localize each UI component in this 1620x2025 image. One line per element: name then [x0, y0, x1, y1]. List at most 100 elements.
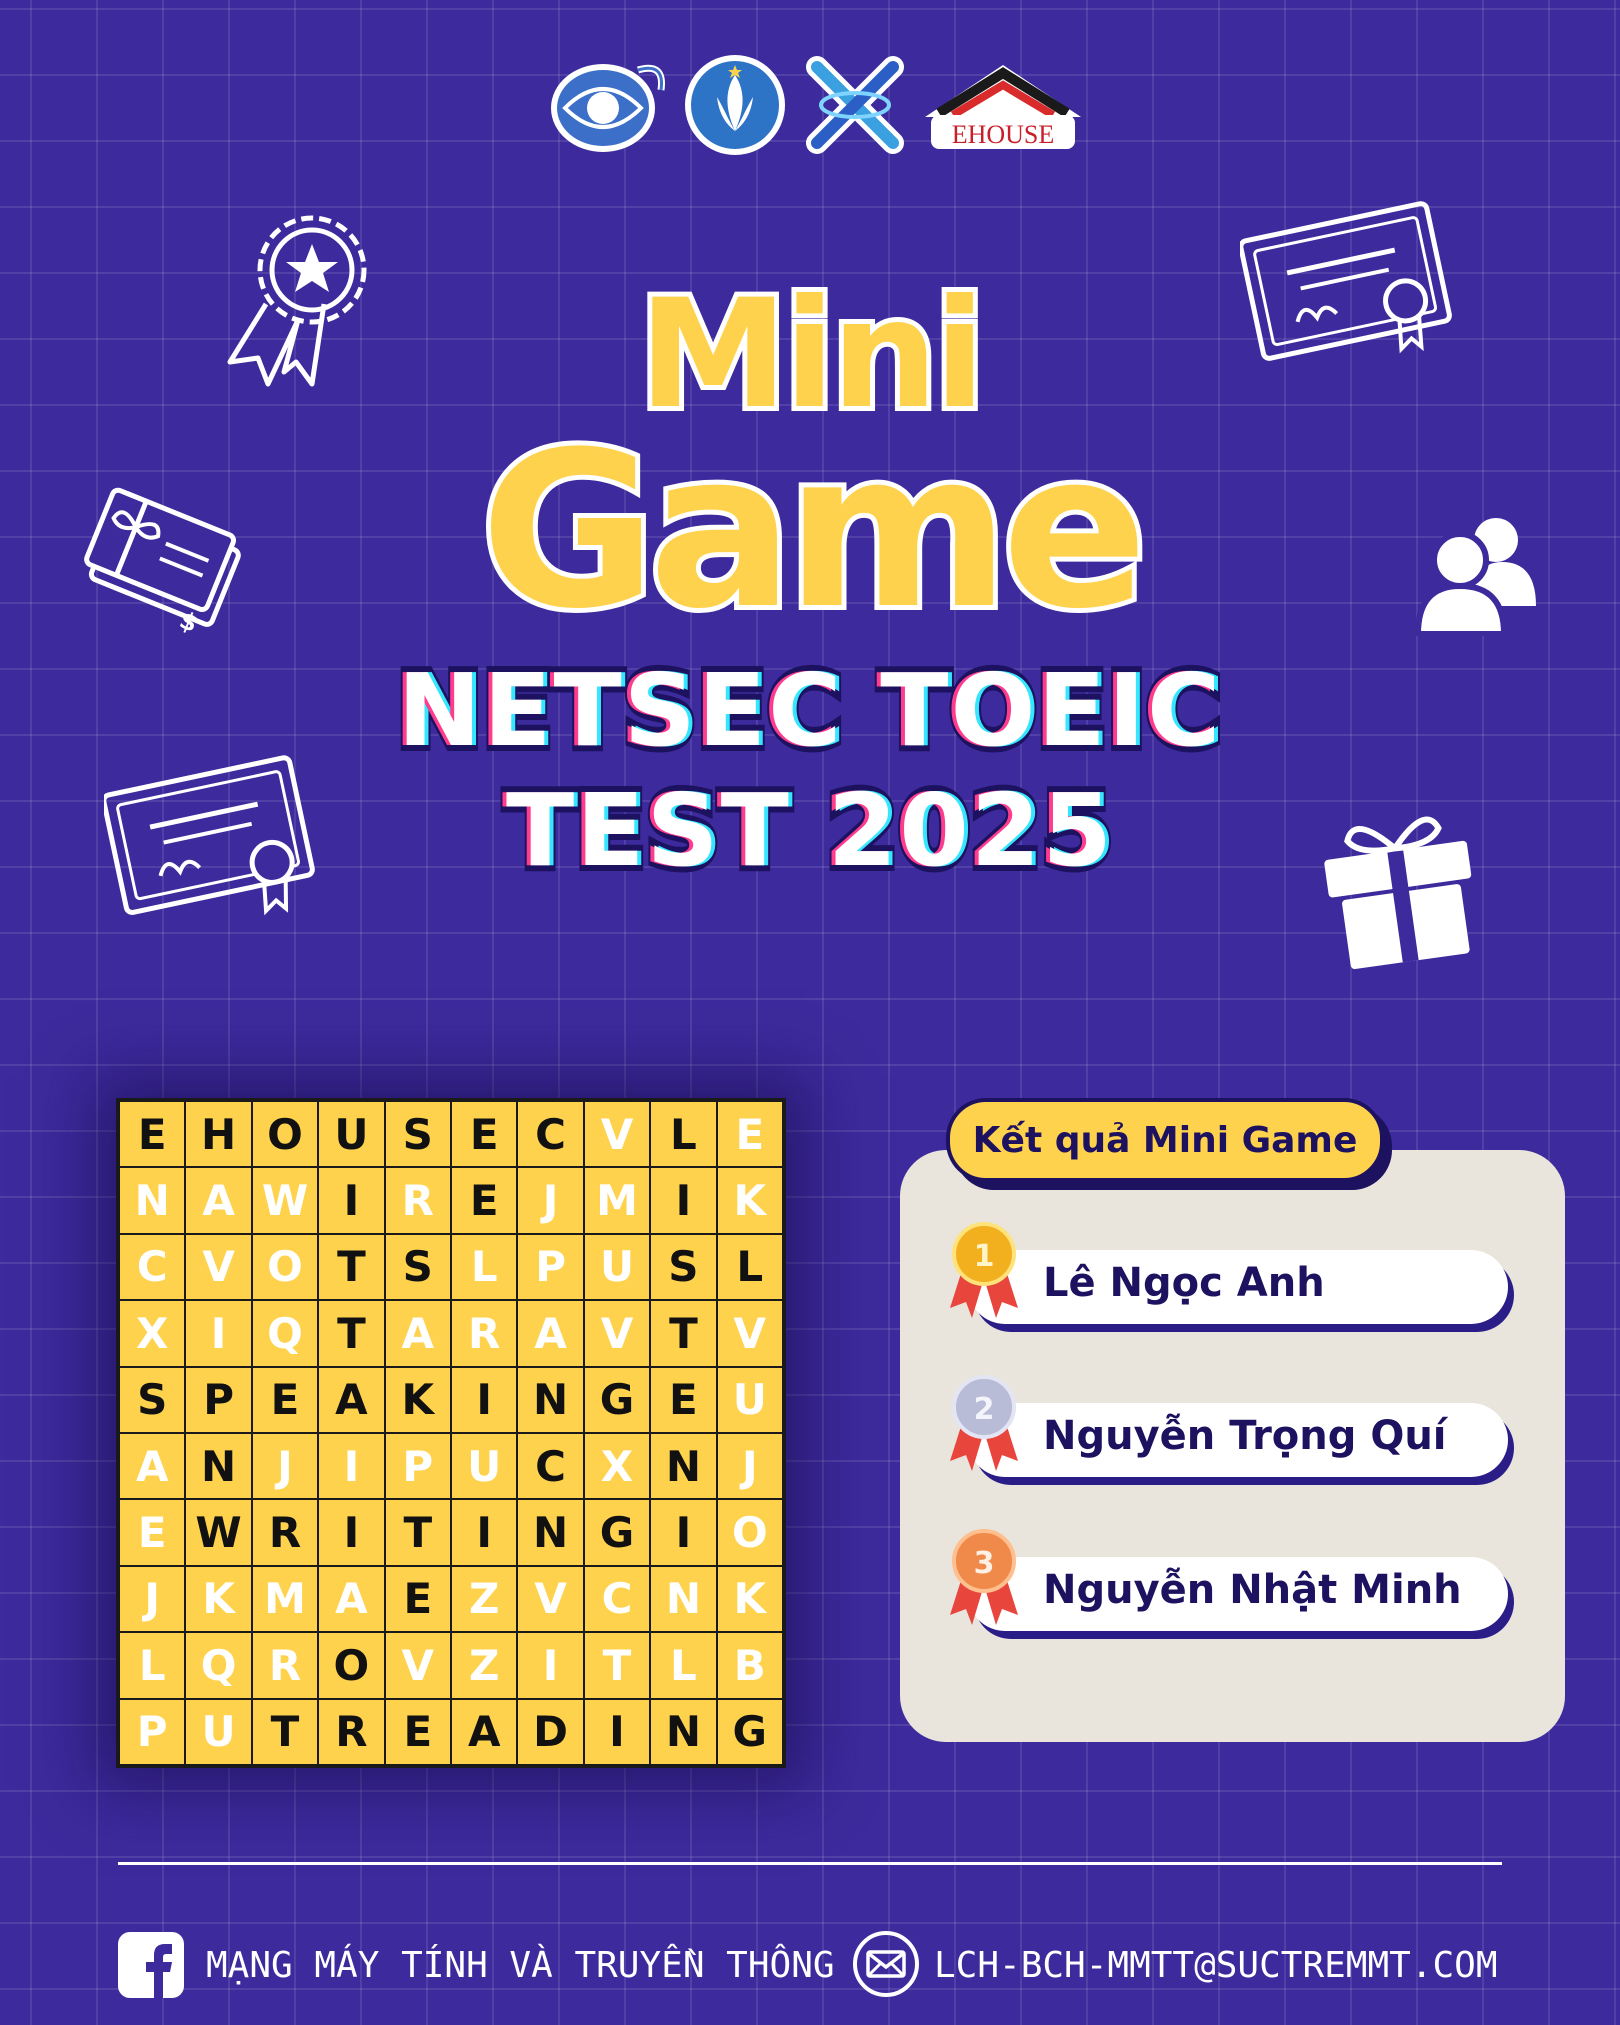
grid-cell: T	[318, 1233, 385, 1301]
grid-cell: Q	[185, 1632, 252, 1699]
grid-cell: E	[384, 1565, 451, 1633]
grid-cell: P	[185, 1366, 252, 1433]
winner-name-1: Lê Ngọc Anh	[1043, 1260, 1325, 1306]
grid-cell: T	[318, 1300, 385, 1367]
grid-cell: C	[583, 1565, 651, 1633]
email-link[interactable]: LCH-BCH-MMTT@SUCTREMMT.COM	[934, 1938, 1498, 1992]
grid-cell: B	[716, 1632, 783, 1699]
grid-cell: U	[185, 1698, 252, 1765]
email-icon[interactable]	[852, 1930, 920, 2002]
grid-cell: L	[716, 1233, 783, 1301]
grid-cell: D	[517, 1698, 584, 1765]
grid-cell: A	[119, 1433, 186, 1500]
grid-cell: I	[650, 1499, 717, 1566]
facebook-icon[interactable]	[118, 1932, 184, 2002]
grid-cell: U	[583, 1233, 651, 1301]
grid-cell: N	[517, 1499, 584, 1566]
grid-cell: E	[384, 1698, 451, 1765]
winner-name-2: Nguyễn Trọng Quí	[1043, 1413, 1447, 1459]
grid-cell: Z	[451, 1565, 518, 1633]
grid-cell: P	[119, 1698, 186, 1765]
grid-cell: N	[650, 1433, 717, 1500]
grid-cell: A	[384, 1300, 451, 1367]
grid-cell: N	[119, 1167, 186, 1234]
grid-cell: Z	[451, 1632, 518, 1699]
grid-cell: P	[517, 1233, 584, 1301]
grid-cell: J	[716, 1433, 783, 1500]
grid-cell: J	[517, 1167, 584, 1234]
grid-cell: E	[251, 1366, 319, 1433]
university-logo-icon	[540, 50, 675, 160]
grid-cell: N	[517, 1366, 584, 1433]
grid-cell: G	[583, 1499, 651, 1566]
word-search-grid: EHOUSECVLENAWIREJMIKCVOTSLPUSLXIQTARAVTV…	[116, 1098, 786, 1768]
grid-cell: I	[318, 1433, 385, 1500]
grid-cell: R	[251, 1499, 319, 1566]
grid-cell: G	[716, 1698, 783, 1765]
grid-cell: R	[251, 1632, 319, 1699]
grid-cell: N	[650, 1565, 717, 1633]
grid-cell: V	[583, 1300, 651, 1367]
grid-cell: L	[119, 1632, 186, 1699]
grid-cell: E	[451, 1167, 518, 1234]
grid-cell: I	[451, 1499, 518, 1566]
grid-cell: C	[119, 1233, 186, 1301]
grid-cell: C	[517, 1433, 584, 1500]
grid-cell: E	[451, 1101, 518, 1168]
grid-cell: J	[119, 1565, 186, 1633]
grid-cell: I	[318, 1499, 385, 1566]
grid-cell: A	[451, 1698, 518, 1765]
results-heading: Kết quả Mini Game	[946, 1098, 1384, 1182]
grid-cell: V	[583, 1101, 651, 1168]
grid-cell: U	[451, 1433, 518, 1500]
grid-cell: A	[318, 1366, 385, 1433]
grid-cell: A	[517, 1300, 584, 1367]
grid-cell: P	[384, 1433, 451, 1500]
grid-cell: I	[451, 1366, 518, 1433]
grid-cell: T	[583, 1632, 651, 1699]
grid-cell: I	[517, 1632, 584, 1699]
grid-cell: O	[251, 1233, 319, 1301]
medal-rank-2: 2	[974, 1392, 995, 1427]
grid-cell: L	[650, 1101, 717, 1168]
grid-cell: A	[185, 1167, 252, 1234]
grid-cell: J	[251, 1433, 319, 1500]
grid-cell: M	[251, 1565, 319, 1633]
medal-rank-3: 3	[974, 1546, 995, 1581]
grid-cell: O	[716, 1499, 783, 1566]
grid-cell: M	[583, 1167, 651, 1234]
grid-cell: I	[583, 1698, 651, 1765]
grid-cell: E	[119, 1101, 186, 1168]
grid-cell: S	[650, 1233, 717, 1301]
title-test-2025: TEST 2025	[500, 766, 1118, 895]
grid-cell: S	[384, 1233, 451, 1301]
grid-cell: K	[716, 1167, 783, 1234]
grid-cell: W	[251, 1167, 319, 1234]
facebook-page-link[interactable]: MẠNG MÁY TÍNH VÀ TRUYỀN THÔNG	[206, 1938, 835, 1992]
grid-cell: V	[716, 1300, 783, 1367]
grid-cell: N	[185, 1433, 252, 1500]
grid-cell: C	[517, 1101, 584, 1168]
bronze-medal-icon: 3	[944, 1527, 1024, 1627]
gold-medal-icon: 1	[944, 1220, 1024, 1320]
grid-cell: S	[119, 1366, 186, 1433]
silver-medal-icon: 2	[944, 1373, 1024, 1473]
grid-cell: L	[451, 1233, 518, 1301]
grid-cell: R	[451, 1300, 518, 1367]
grid-cell: U	[318, 1101, 385, 1168]
grid-cell: I	[650, 1167, 717, 1234]
grid-cell: E	[716, 1101, 783, 1168]
grid-cell: U	[716, 1366, 783, 1433]
grid-cell: T	[650, 1300, 717, 1367]
grid-cell: O	[251, 1101, 319, 1168]
grid-cell: K	[185, 1565, 252, 1633]
title-netsec-toeic: NETSEC TOEIC	[392, 646, 1227, 775]
grid-cell: V	[517, 1565, 584, 1633]
grid-cell: X	[119, 1300, 186, 1367]
grid-cell: E	[650, 1366, 717, 1433]
grid-cell: X	[583, 1433, 651, 1500]
grid-cell: W	[185, 1499, 252, 1566]
grid-cell: R	[384, 1167, 451, 1234]
grid-cell: N	[650, 1698, 717, 1765]
grid-cell: G	[583, 1366, 651, 1433]
